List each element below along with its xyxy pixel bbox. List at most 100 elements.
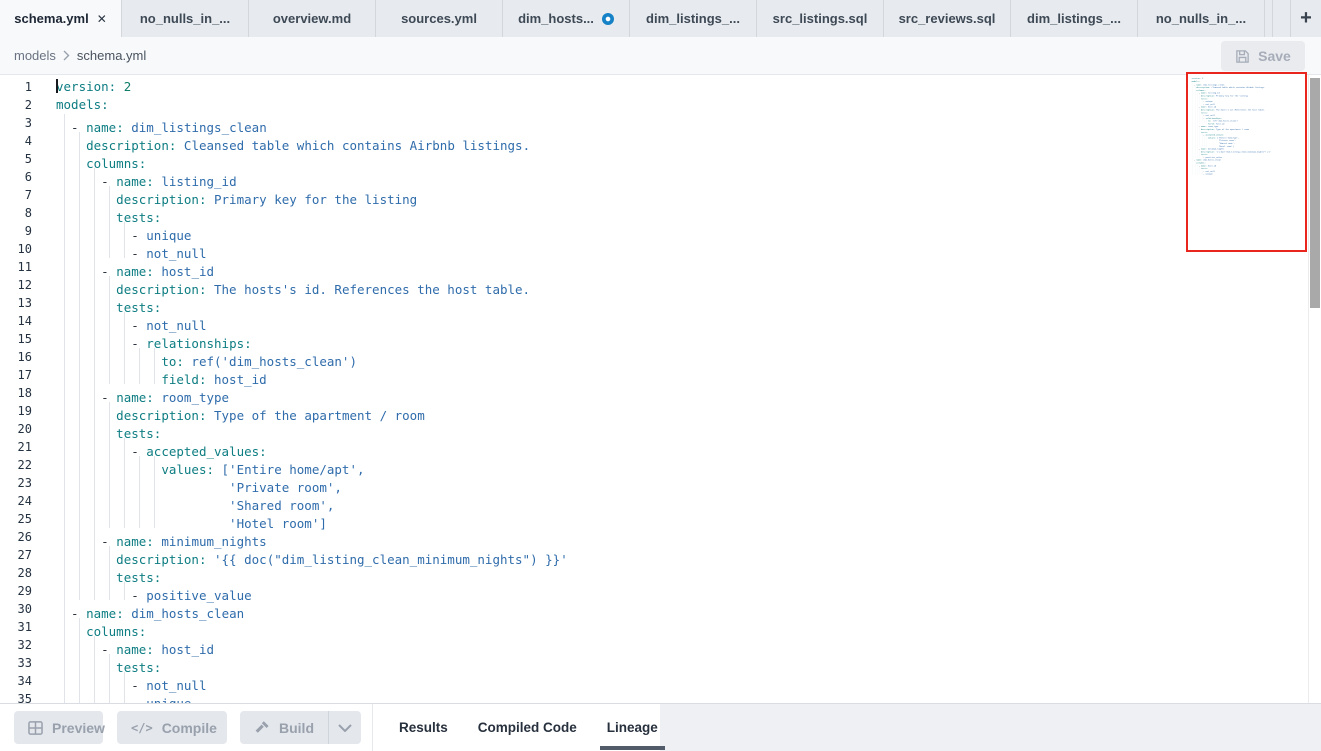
ide-window: schema.yml✕no_nulls_in_...overview.mdsou… bbox=[0, 0, 1321, 751]
code-line[interactable]: 19description: Type of the apartment / r… bbox=[0, 402, 1307, 420]
code-line[interactable]: 23 'Private room', bbox=[0, 474, 1307, 492]
code-line[interactable]: 17field: host_id bbox=[0, 366, 1307, 384]
indent-guide bbox=[79, 150, 87, 168]
token: Cleansed table which contains Airbnb lis… bbox=[1210, 86, 1265, 88]
indent-guide bbox=[109, 222, 124, 240]
code-line-content: 'Shared room', bbox=[56, 492, 334, 510]
tab-overview-md[interactable]: overview.md bbox=[249, 0, 376, 37]
code-line-content: - unique bbox=[56, 690, 191, 703]
tab-dim-hosts[interactable]: dim_hosts... bbox=[503, 0, 630, 37]
indent bbox=[56, 240, 64, 258]
code-line-content: tests: bbox=[56, 564, 161, 582]
panel-tab-lineage[interactable]: Lineage bbox=[607, 704, 658, 751]
line-number: 16 bbox=[0, 348, 32, 366]
indent-guide bbox=[64, 672, 79, 690]
code-line[interactable]: 1version: 2 bbox=[0, 78, 1307, 96]
tab-src-listings-sql[interactable]: src_listings.sql bbox=[757, 0, 884, 37]
indent-guide bbox=[109, 438, 124, 456]
indent-guide bbox=[94, 564, 109, 582]
code-line[interactable]: 2models: bbox=[0, 96, 1307, 114]
code-line[interactable]: 29- positive_value bbox=[0, 582, 1307, 600]
indent-guide bbox=[109, 312, 124, 330]
code-line[interactable]: 25 'Hotel room'] bbox=[0, 510, 1307, 528]
indent bbox=[56, 384, 64, 402]
code-line-content: values: ['Entire home/apt', bbox=[56, 456, 365, 474]
code-line[interactable]: 24 'Shared room', bbox=[0, 492, 1307, 510]
indent-guide bbox=[64, 474, 79, 492]
indent-guide bbox=[109, 582, 124, 600]
breadcrumb-item-schema-yml[interactable]: schema.yml bbox=[77, 48, 146, 63]
code-line[interactable]: 22values: ['Entire home/apt', bbox=[0, 456, 1307, 474]
indent-guide bbox=[79, 582, 94, 600]
indent-guide bbox=[94, 384, 102, 402]
line-number: 12 bbox=[0, 276, 32, 294]
code-line[interactable]: 26- name: minimum_nights bbox=[0, 528, 1307, 546]
build-caret-button[interactable] bbox=[329, 711, 361, 744]
tab-src-reviews-sql[interactable]: src_reviews.sql bbox=[884, 0, 1011, 37]
code-line-content: - accepted_values: bbox=[56, 438, 267, 456]
code-line[interactable]: 6- name: listing_id bbox=[0, 168, 1307, 186]
indent-guide bbox=[64, 132, 79, 150]
code-line[interactable]: 16to: ref('dim_hosts_clean') bbox=[0, 348, 1307, 366]
indent-guide bbox=[139, 492, 154, 510]
hammer-icon bbox=[254, 720, 270, 735]
indent bbox=[56, 402, 64, 420]
code-icon: </> bbox=[131, 721, 153, 735]
tab-dim-listings[interactable]: dim_listings_... bbox=[1011, 0, 1138, 37]
indent-guide bbox=[79, 294, 94, 312]
token: unique bbox=[146, 696, 191, 703]
tab-schema-yml[interactable]: schema.yml✕ bbox=[0, 0, 122, 37]
save-button[interactable]: Save bbox=[1221, 41, 1305, 71]
code-line[interactable]: 4description: Cleansed table which conta… bbox=[0, 132, 1307, 150]
code-line[interactable]: 32- name: host_id bbox=[0, 636, 1307, 654]
indent-guide bbox=[79, 420, 94, 438]
close-icon[interactable]: ✕ bbox=[97, 12, 107, 26]
indent-guide bbox=[64, 312, 79, 330]
code-line[interactable]: 3- name: dim_listings_clean bbox=[0, 114, 1307, 132]
code-line[interactable]: 30- name: dim_hosts_clean bbox=[0, 600, 1307, 618]
tab-no-nulls-in[interactable]: no_nulls_in_... bbox=[122, 0, 249, 37]
line-number: 2 bbox=[0, 96, 32, 114]
indent-guide bbox=[94, 456, 109, 474]
preview-button[interactable]: Preview bbox=[14, 711, 103, 744]
indent bbox=[56, 546, 64, 564]
indent-guide bbox=[64, 510, 79, 528]
add-tab-button[interactable]: + bbox=[1291, 0, 1321, 37]
code-line[interactable]: 27description: '{{ doc("dim_listing_clea… bbox=[0, 546, 1307, 564]
code-line[interactable]: 21- accepted_values: bbox=[0, 438, 1307, 456]
indent-guide bbox=[94, 672, 109, 690]
indent-guide bbox=[109, 348, 124, 366]
code-line[interactable]: 9- unique bbox=[0, 222, 1307, 240]
indent-guide bbox=[124, 456, 139, 474]
code-line[interactable]: 11- name: host_id bbox=[0, 258, 1307, 276]
panel-tab-results[interactable]: Results bbox=[399, 704, 448, 751]
code-line[interactable]: 7description: Primary key for the listin… bbox=[0, 186, 1307, 204]
panel-tab-compiled-code[interactable]: Compiled Code bbox=[478, 704, 577, 751]
code-line[interactable]: 18- name: room_type bbox=[0, 384, 1307, 402]
code-editor[interactable]: 1version: 22models:3- name: dim_listings… bbox=[0, 75, 1307, 703]
minimap[interactable]: 1version: 22models:3- name: dim_listings… bbox=[1188, 74, 1305, 250]
code-line[interactable]: 34- not_null bbox=[0, 672, 1307, 690]
code-line[interactable]: 15- relationships: bbox=[0, 330, 1307, 348]
compile-button[interactable]: </> Compile bbox=[117, 711, 227, 744]
scrollbar-thumb[interactable] bbox=[1310, 78, 1320, 308]
code-line[interactable]: 12description: The hosts's id. Reference… bbox=[0, 276, 1307, 294]
code-line[interactable]: 10- not_null bbox=[0, 240, 1307, 258]
indent-guide bbox=[64, 222, 79, 240]
line-number: 1 bbox=[0, 78, 32, 96]
indent-guide bbox=[79, 672, 94, 690]
indent-guide bbox=[139, 456, 154, 474]
indent bbox=[56, 672, 64, 690]
minimap-content: 1version: 22models:3- name: dim_listings… bbox=[1191, 77, 1305, 175]
code-line-content: - name: host_id bbox=[56, 258, 214, 276]
code-line[interactable]: 14- not_null bbox=[0, 312, 1307, 330]
breadcrumb-item-models[interactable]: models bbox=[14, 48, 56, 63]
line-number: 5 bbox=[0, 150, 32, 168]
tab-no-nulls-in[interactable]: no_nulls_in_... bbox=[1138, 0, 1265, 37]
tab-dim-listings[interactable]: dim_listings_... bbox=[630, 0, 757, 37]
indent-guide bbox=[124, 348, 139, 366]
build-button[interactable]: Build bbox=[240, 711, 329, 744]
indent-guide bbox=[64, 582, 79, 600]
tab-sources-yml[interactable]: sources.yml bbox=[376, 0, 503, 37]
indent bbox=[56, 330, 64, 348]
